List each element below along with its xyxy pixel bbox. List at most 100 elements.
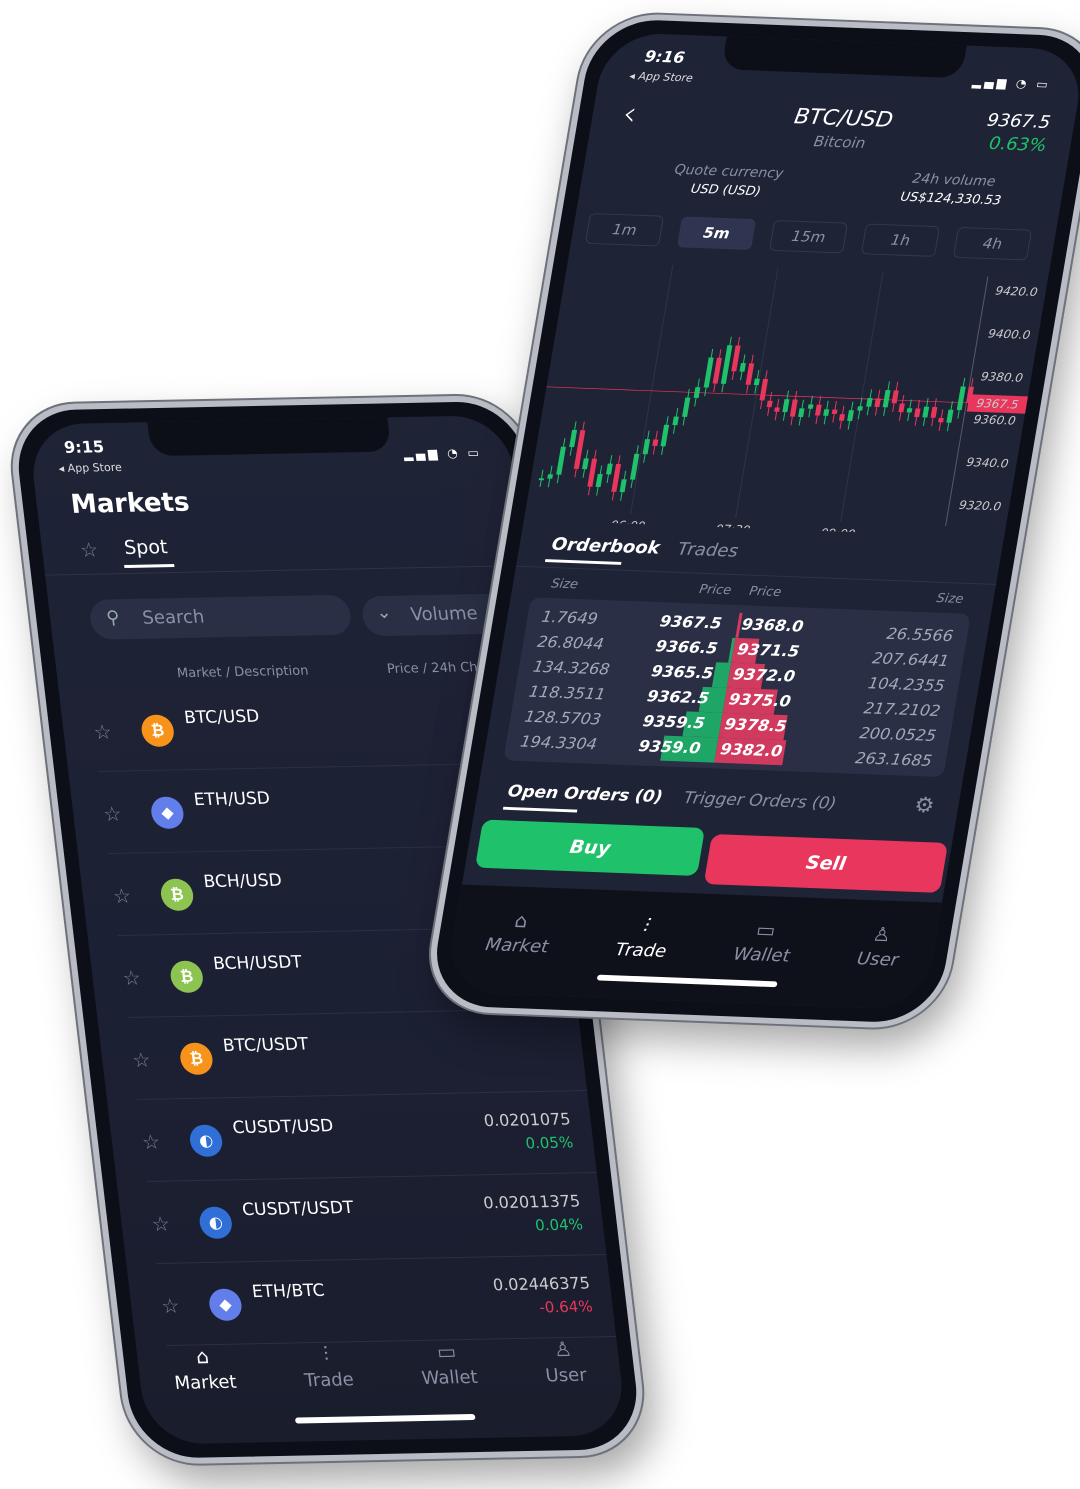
- pair-label: CUSDT/USDT: [241, 1197, 355, 1221]
- bid-price[interactable]: 9367.5: [658, 612, 723, 633]
- y-tick-label: 9420.0: [994, 284, 1038, 299]
- market-row[interactable]: ☆ ₿ BTC/USDT: [127, 1009, 588, 1100]
- grid-line: [840, 272, 884, 523]
- favorite-star-icon[interactable]: ☆: [92, 720, 113, 744]
- gear-icon[interactable]: ⚙: [912, 793, 936, 818]
- nav-trade[interactable]: ⫶ Trade: [300, 1341, 355, 1392]
- market-row[interactable]: ☆ ◆ ETH/BTC 0.02446375 -0.64%: [156, 1255, 617, 1346]
- back-to-app-store[interactable]: ◂ App Store: [58, 461, 123, 475]
- favorite-star-icon[interactable]: ☆: [121, 966, 142, 990]
- candle: [712, 357, 722, 384]
- favorite-star-icon[interactable]: ☆: [141, 1130, 162, 1154]
- ask-price[interactable]: 9371.5: [736, 640, 801, 661]
- search-input[interactable]: ⚲ Search: [88, 594, 353, 640]
- candle: [882, 390, 891, 408]
- candle: [556, 446, 566, 475]
- candle: [782, 399, 790, 413]
- candle: [582, 458, 589, 470]
- nav-label: Trade: [303, 1369, 355, 1392]
- candle: [660, 424, 670, 447]
- market-row[interactable]: ☆ ◐ CUSDT/USD 0.0201075 0.05%: [137, 1091, 597, 1182]
- bid-price[interactable]: 9359.0: [637, 737, 702, 758]
- nav-market[interactable]: ⌂ Market: [170, 1344, 238, 1394]
- tab-open-orders[interactable]: Open Orders (0): [506, 782, 664, 807]
- market-row[interactable]: ☆ ◐ CUSDT/USDT 0.02011375 0.04%: [146, 1173, 607, 1264]
- timeframe-15m[interactable]: 15m: [768, 219, 849, 254]
- favorite-star-icon[interactable]: ☆: [131, 1048, 152, 1072]
- ask-price[interactable]: 9375.0: [727, 690, 792, 711]
- sort-value: Volume: [409, 603, 479, 626]
- timeframe-5m[interactable]: 5m: [676, 216, 757, 250]
- ask-price[interactable]: 9378.5: [723, 715, 788, 736]
- bch-coin-icon: ₿: [168, 960, 205, 994]
- nav-user[interactable]: ♙ User: [855, 922, 904, 970]
- ask-price[interactable]: 9372.0: [732, 665, 797, 686]
- price-value: 0.02446375: [491, 1273, 591, 1295]
- status-time: 9:16: [643, 46, 687, 67]
- nav-user[interactable]: ♙ User: [541, 1337, 588, 1387]
- candle: [720, 345, 733, 384]
- candle: [595, 473, 603, 488]
- candle: [814, 404, 822, 416]
- nav-trade[interactable]: ⫶ Trade: [614, 913, 673, 962]
- candle: [766, 400, 773, 408]
- nav-label: Market: [173, 1371, 238, 1394]
- pair-label: BCH/USDT: [212, 952, 303, 975]
- nav-market[interactable]: ⌂ Market: [484, 908, 555, 957]
- candle: [838, 414, 845, 421]
- back-to-app-store[interactable]: ◂ App Store: [628, 70, 693, 85]
- ask-price[interactable]: 9382.0: [719, 740, 784, 761]
- favorite-star-icon[interactable]: ☆: [112, 884, 133, 908]
- user-icon: ♙: [552, 1336, 574, 1362]
- tab-indicator: [502, 806, 578, 813]
- change-value: -0.64%: [538, 1297, 594, 1317]
- back-arrow-icon[interactable]: ‹: [620, 95, 640, 134]
- candle: [731, 345, 741, 372]
- candle: [652, 439, 659, 447]
- candle: [587, 458, 598, 487]
- candle: [774, 407, 780, 412]
- tab-orderbook[interactable]: Orderbook: [550, 534, 661, 558]
- nav-wallet[interactable]: ▭ Wallet: [732, 917, 796, 966]
- favorite-star-icon[interactable]: ☆: [160, 1294, 181, 1318]
- tab-trades[interactable]: Trades: [676, 539, 739, 561]
- candlestick-chart[interactable]: 9420.0 9400.0 9380.0 9367.59360.0 9340.0 9320…: [524, 260, 1060, 538]
- bid-price[interactable]: 9359.5: [641, 712, 706, 733]
- candle: [831, 409, 838, 415]
- ask-price[interactable]: 9368.0: [740, 615, 805, 636]
- volume-value: US$124,330.53: [899, 190, 1003, 209]
- timeframe-1m[interactable]: 1m: [584, 212, 665, 247]
- candle: [823, 409, 830, 416]
- nav-label: Wallet: [420, 1366, 479, 1389]
- ask-size: 207.6441: [870, 648, 951, 671]
- bid-price[interactable]: 9365.5: [650, 662, 715, 683]
- notch: [721, 36, 967, 79]
- quote-value: USD (USD): [689, 182, 762, 200]
- timeframe-4h[interactable]: 4h: [952, 226, 1033, 261]
- bid-size: 134.3268: [531, 657, 612, 679]
- bid-price[interactable]: 9362.5: [646, 687, 711, 708]
- candle: [745, 363, 755, 385]
- bid-price[interactable]: 9366.5: [654, 637, 719, 658]
- wallet-icon: ▭: [435, 1339, 458, 1364]
- tab-trigger-orders[interactable]: Trigger Orders (0): [682, 789, 837, 814]
- tab-spot[interactable]: Spot: [123, 536, 169, 559]
- bid-size: 194.3304: [518, 732, 599, 754]
- pair-label: BTC/USD: [183, 706, 261, 729]
- favorite-star-icon[interactable]: ☆: [150, 1212, 171, 1236]
- x-tick-label: 07:30: [714, 522, 751, 537]
- sell-button[interactable]: Sell: [703, 834, 949, 893]
- market-icon: ⌂: [194, 1344, 211, 1369]
- ask-size: 200.0525: [858, 723, 938, 745]
- x-tick-label: 09:00: [819, 526, 856, 538]
- eth-coin-icon: ◆: [149, 796, 186, 830]
- candle: [798, 408, 805, 418]
- timeframe-1h[interactable]: 1h: [860, 223, 941, 257]
- buy-button[interactable]: Buy: [474, 819, 706, 876]
- bid-size: 26.8044: [535, 632, 606, 654]
- star-icon[interactable]: ☆: [79, 537, 100, 561]
- favorite-star-icon[interactable]: ☆: [102, 802, 123, 826]
- wallet-icon: ▭: [754, 917, 778, 942]
- nav-wallet[interactable]: ▭ Wallet: [417, 1339, 479, 1389]
- pair-label: CUSDT/USD: [231, 1116, 335, 1139]
